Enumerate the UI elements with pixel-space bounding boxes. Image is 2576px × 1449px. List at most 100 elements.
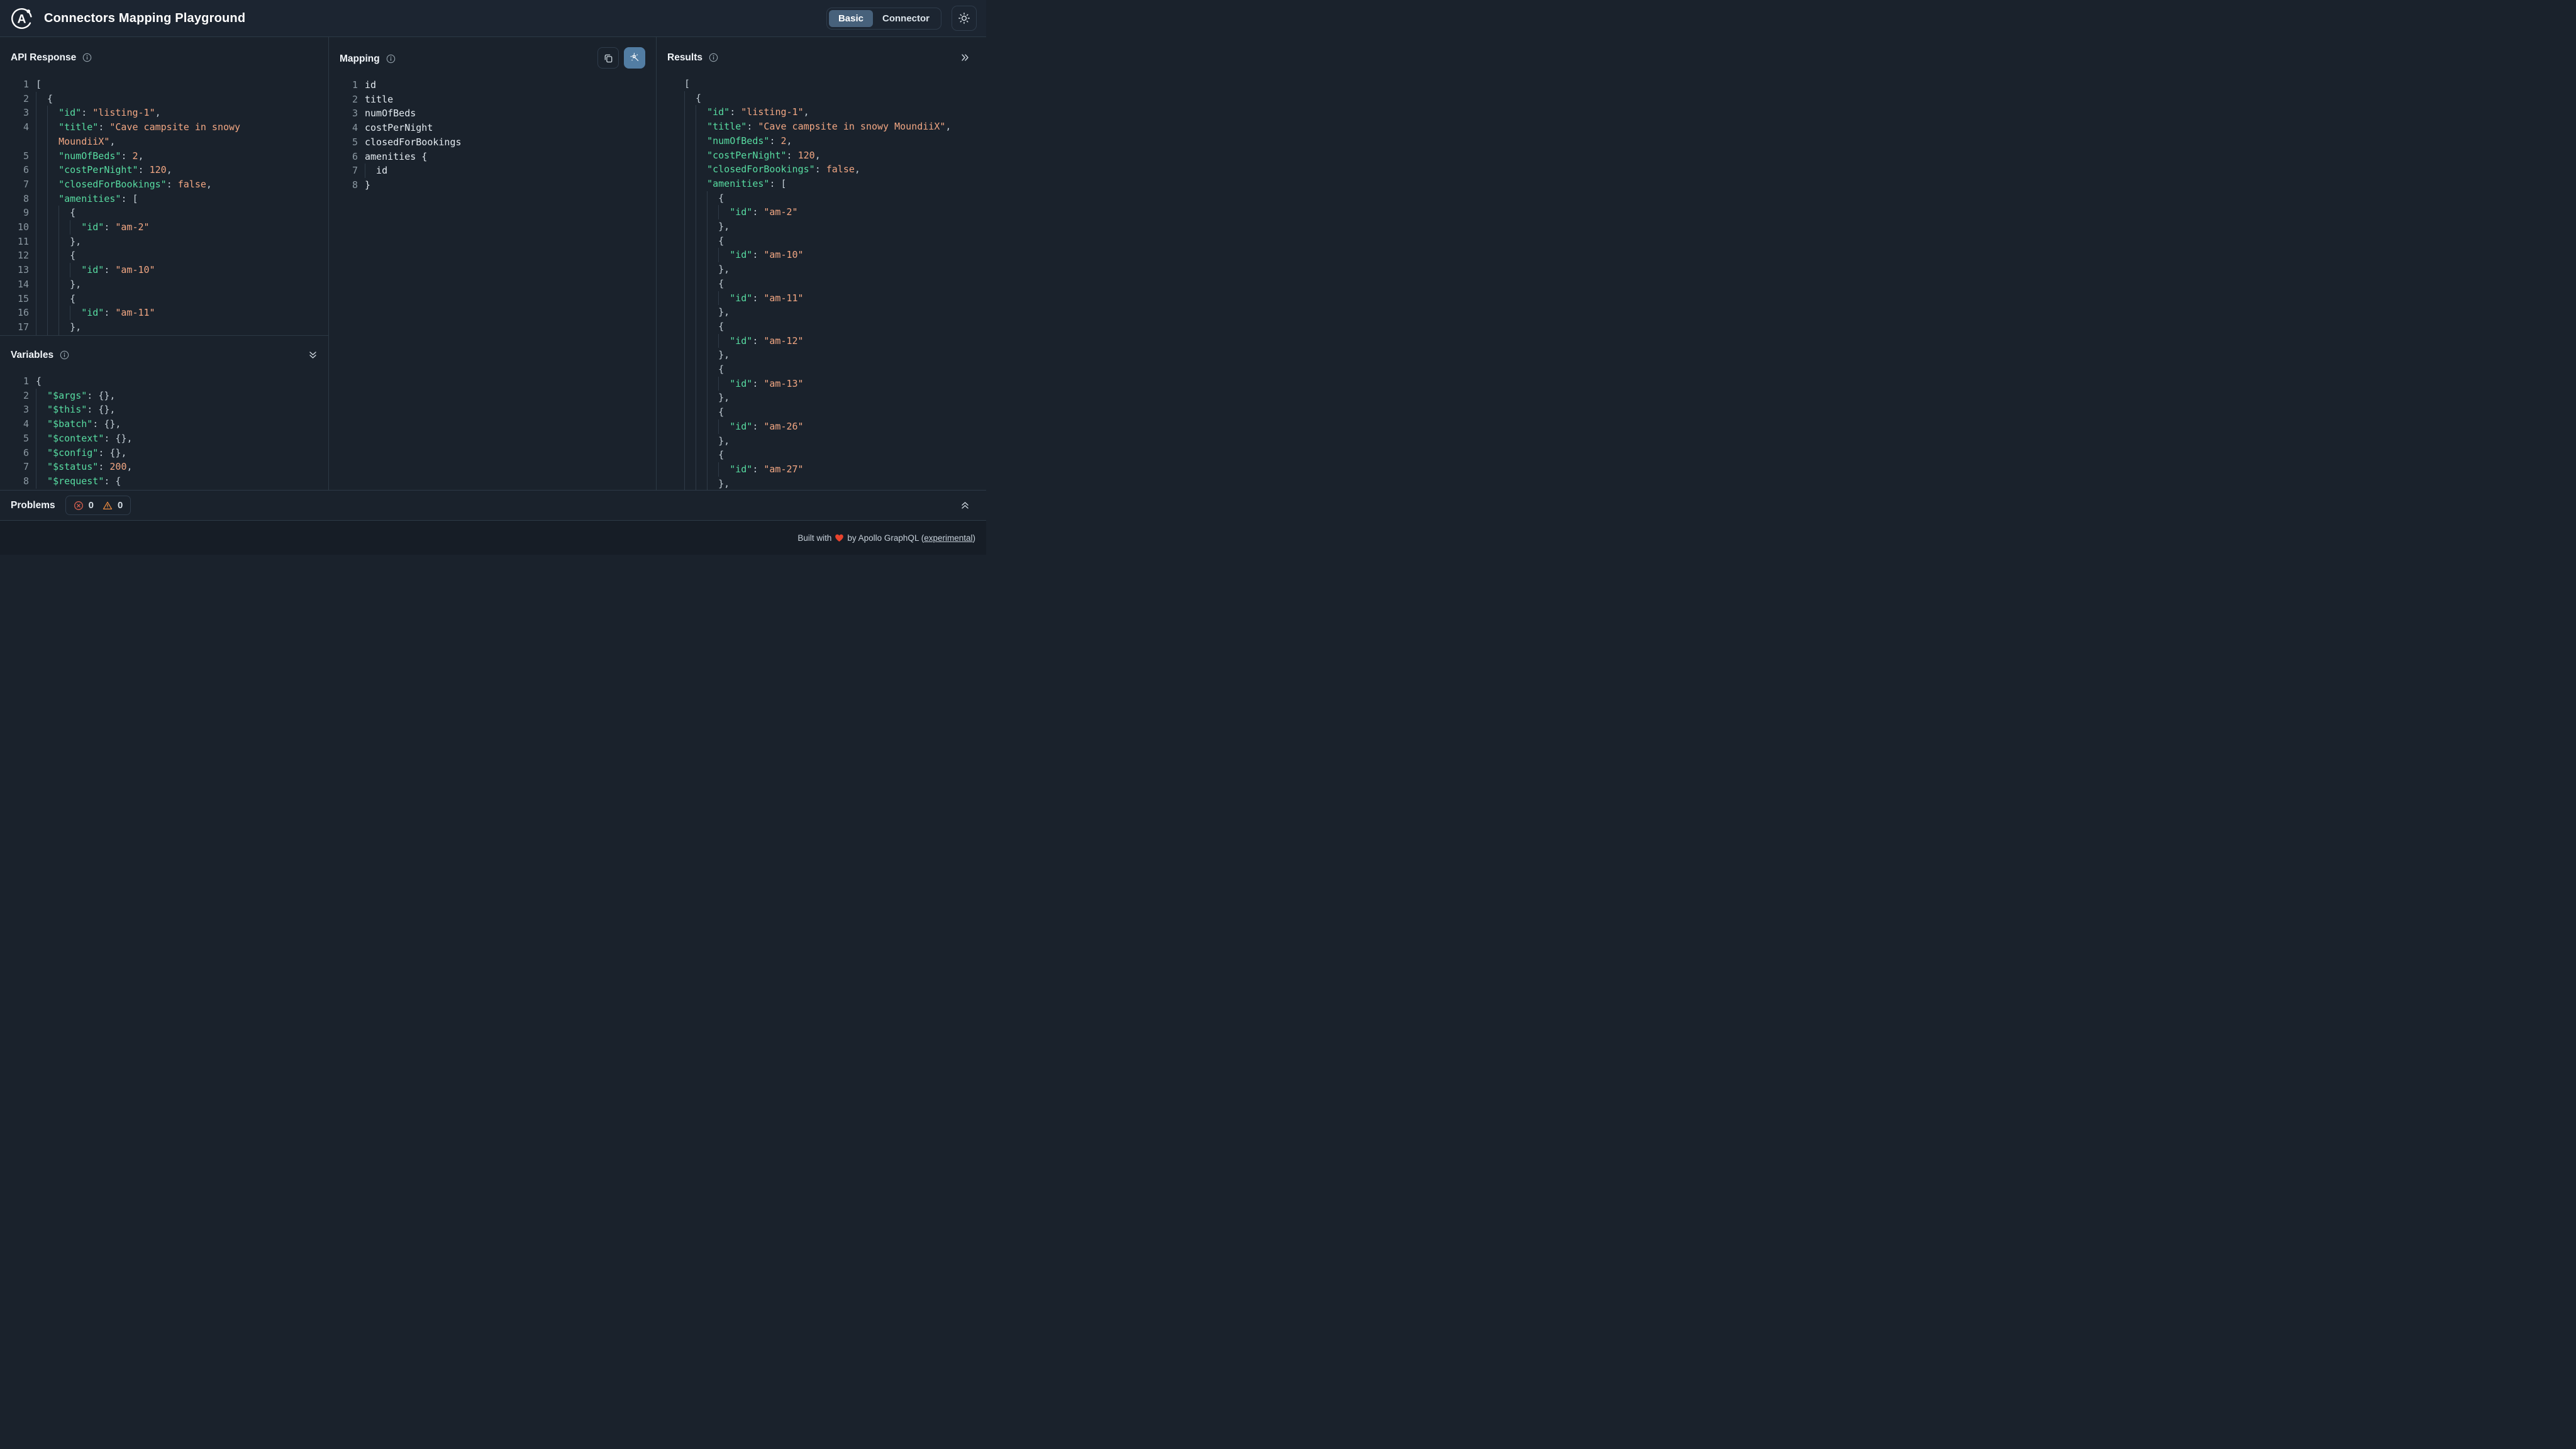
magic-wand-icon — [629, 52, 640, 64]
indent-guide — [36, 474, 47, 489]
indent-guide — [684, 477, 696, 490]
line-content: }, — [684, 434, 730, 448]
line-content: "costPerNight": 120, — [684, 148, 821, 163]
info-icon[interactable] — [82, 53, 92, 62]
indent-guide — [36, 135, 47, 149]
code-line: 6"$config": {}, — [11, 446, 328, 460]
line-number: 2 — [340, 92, 358, 107]
indent-guide — [58, 206, 70, 220]
indent-guide — [684, 291, 696, 306]
indent-guide — [684, 177, 696, 191]
indent-guide — [47, 235, 58, 249]
problems-counts: 0 0 — [65, 496, 131, 515]
line-content: "$batch": {}, — [36, 417, 121, 431]
problems-label: Problems — [11, 500, 55, 511]
line-number: 1 — [11, 77, 29, 92]
line-content: closedForBookings — [365, 135, 462, 150]
indent-guide — [47, 206, 58, 220]
problems-bar: Problems 0 0 — [0, 490, 986, 520]
code-line: "id": "am-2" — [684, 205, 986, 219]
code-line: }, — [684, 348, 986, 362]
indent-guide — [47, 320, 58, 335]
experimental-link[interactable]: experimental — [924, 533, 972, 543]
indent-guide — [707, 419, 718, 434]
apollo-logo: A — [10, 7, 33, 30]
indent-guide — [58, 292, 70, 306]
mapping-editor[interactable]: 1id2title3numOfBeds4costPerNight5closedF… — [329, 78, 656, 192]
variables-editor[interactable]: 1{2"$args": {},3"$this": {},4"$batch": {… — [0, 374, 328, 489]
code-line: 6"costPerNight": 120, — [11, 163, 328, 177]
indent-guide — [684, 234, 696, 248]
line-content: { — [684, 362, 724, 377]
line-content: { — [36, 206, 75, 220]
indent-guide — [696, 334, 707, 348]
error-count: 0 — [89, 500, 94, 511]
line-number: 11 — [11, 235, 29, 249]
indent-guide — [684, 391, 696, 405]
code-line: 6amenities { — [340, 150, 656, 164]
indent-guide — [36, 149, 47, 164]
theme-toggle-button[interactable] — [952, 6, 977, 31]
line-content: "$this": {}, — [36, 402, 115, 417]
indent-guide — [707, 448, 718, 462]
line-content: { — [36, 92, 53, 106]
indent-guide — [36, 431, 47, 446]
line-number: 10 — [11, 220, 29, 235]
line-content: "id": "am-27" — [684, 462, 804, 477]
indent-guide — [36, 192, 47, 206]
mode-option-connector[interactable]: Connector — [873, 10, 939, 27]
line-number: 16 — [11, 306, 29, 320]
line-content: "$args": {}, — [36, 389, 115, 403]
info-icon[interactable] — [386, 54, 396, 64]
api-response-editor[interactable]: 1[2{3"id": "listing-1",4"title": "Cave c… — [0, 77, 328, 336]
indent-guide — [684, 434, 696, 448]
copy-mapping-button[interactable] — [597, 47, 619, 69]
code-line: 5"$context": {}, — [11, 431, 328, 446]
line-number: 3 — [11, 402, 29, 417]
code-line: }, — [684, 434, 986, 448]
indent-guide — [707, 205, 718, 219]
indent-guide — [696, 362, 707, 377]
line-content: { — [684, 319, 724, 334]
results-title: Results — [667, 52, 702, 64]
indent-guide — [696, 177, 707, 191]
info-icon[interactable] — [60, 350, 69, 360]
info-icon[interactable] — [709, 53, 718, 62]
indent-guide — [47, 149, 58, 164]
code-line: 9{ — [11, 206, 328, 220]
line-content: }, — [684, 391, 730, 405]
indent-guide — [707, 462, 718, 477]
indent-guide — [684, 248, 696, 262]
copy-icon — [603, 53, 614, 64]
indent-guide — [707, 434, 718, 448]
indent-guide — [36, 120, 47, 135]
api-response-panel: API Response 1[2{3"id": "listing-1",4"ti… — [0, 37, 328, 336]
indent-guide — [718, 419, 730, 434]
code-line: 10"id": "am-2" — [11, 220, 328, 235]
indent-guide — [707, 191, 718, 206]
indent-guide — [684, 191, 696, 206]
mode-option-basic[interactable]: Basic — [829, 10, 873, 27]
indent-guide — [696, 148, 707, 163]
indent-guide — [684, 448, 696, 462]
indent-guide — [696, 134, 707, 148]
indent-guide — [718, 205, 730, 219]
indent-guide — [70, 263, 81, 277]
line-number: 6 — [340, 150, 358, 164]
line-content: "$request": { — [36, 474, 121, 489]
code-line: 2title — [340, 92, 656, 107]
indent-guide — [36, 417, 47, 431]
chevron-double-right-icon[interactable] — [960, 53, 970, 62]
code-line: 17}, — [11, 320, 328, 335]
indent-guide — [684, 362, 696, 377]
generate-mapping-button[interactable] — [624, 47, 645, 69]
indent-guide — [696, 448, 707, 462]
code-line: 7"$status": 200, — [11, 460, 328, 474]
chevron-double-up-icon[interactable] — [960, 501, 970, 510]
line-content: { — [36, 374, 42, 389]
code-line: "id": "am-13" — [684, 377, 986, 391]
indent-guide — [684, 91, 696, 106]
indent-guide — [36, 389, 47, 403]
chevron-double-down-icon[interactable] — [308, 350, 318, 360]
indent-guide — [684, 462, 696, 477]
